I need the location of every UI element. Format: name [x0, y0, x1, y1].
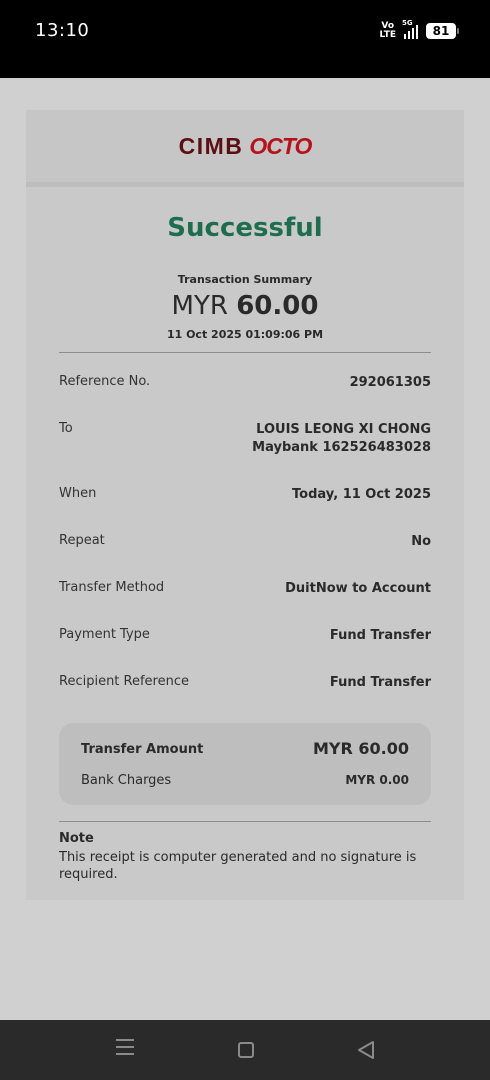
detail-value: Today, 11 Oct 2025	[292, 487, 431, 502]
detail-label: Reference No.	[59, 374, 151, 389]
summary-amount: MYR 60.00	[26, 291, 464, 321]
status-time: 13:10	[35, 20, 90, 41]
detail-label: To	[59, 421, 73, 436]
status-icons: Vo LTE 5G 81	[379, 19, 459, 40]
detail-value: No	[411, 534, 431, 549]
detail-row-to: To LOUIS LEONG XI CHONG Maybank 16252648…	[59, 421, 431, 457]
note-divider	[59, 821, 431, 822]
transaction-status: Successful	[167, 213, 323, 243]
menu-icon[interactable]	[116, 1039, 134, 1060]
detail-value: Fund Transfer	[329, 628, 431, 643]
detail-value: DuitNow to Account	[285, 581, 431, 596]
status-bar: 13:10 Vo LTE 5G 81	[0, 0, 490, 78]
detail-value: Fund Transfer	[329, 675, 431, 690]
detail-label: Repeat	[59, 533, 105, 548]
recipient-name: LOUIS LEONG XI CHONG	[256, 422, 431, 437]
detail-value: LOUIS LEONG XI CHONG Maybank 16252648302…	[252, 421, 431, 457]
back-icon[interactable]	[357, 1040, 375, 1064]
cimb-octo-logo: CIMB OCTO	[178, 132, 313, 159]
summary-amount-value: 60.00	[236, 291, 319, 321]
summary-divider	[59, 352, 431, 353]
signal-icon: 5G	[402, 19, 418, 39]
volte-icon: Vo LTE	[379, 21, 396, 40]
transaction-datetime: 11 Oct 2025 01:09:06 PM	[166, 328, 324, 341]
note-title: Note	[59, 831, 94, 846]
recipient-account: Maybank 162526483028	[252, 440, 431, 455]
summary-label: Transaction Summary	[177, 273, 313, 286]
detail-label: When	[59, 486, 97, 501]
detail-label: Payment Type	[59, 627, 150, 642]
detail-label: Transfer Method	[59, 580, 165, 595]
logo-band: CIMB OCTO	[26, 110, 464, 187]
note-text: This receipt is computer generated and n…	[59, 850, 417, 882]
summary-currency: MYR	[171, 291, 228, 321]
transfer-amount-label: Transfer Amount	[81, 742, 204, 757]
detail-value: 292061305	[349, 375, 431, 390]
network-type-label: 5G	[402, 19, 413, 27]
bank-charges-value: MYR 0.00	[345, 773, 409, 787]
receipt-card: CIMB OCTO Successful Transaction Summary …	[26, 110, 464, 900]
amount-summary-box: Transfer Amount MYR 60.00 Bank Charges M…	[59, 723, 431, 805]
system-nav-bar	[0, 1020, 490, 1080]
bank-charges-label: Bank Charges	[81, 773, 172, 788]
battery-icon: 81	[426, 23, 459, 39]
detail-label: Recipient Reference	[59, 674, 189, 689]
home-icon[interactable]	[238, 1042, 254, 1058]
transfer-amount-value: MYR 60.00	[312, 739, 409, 758]
